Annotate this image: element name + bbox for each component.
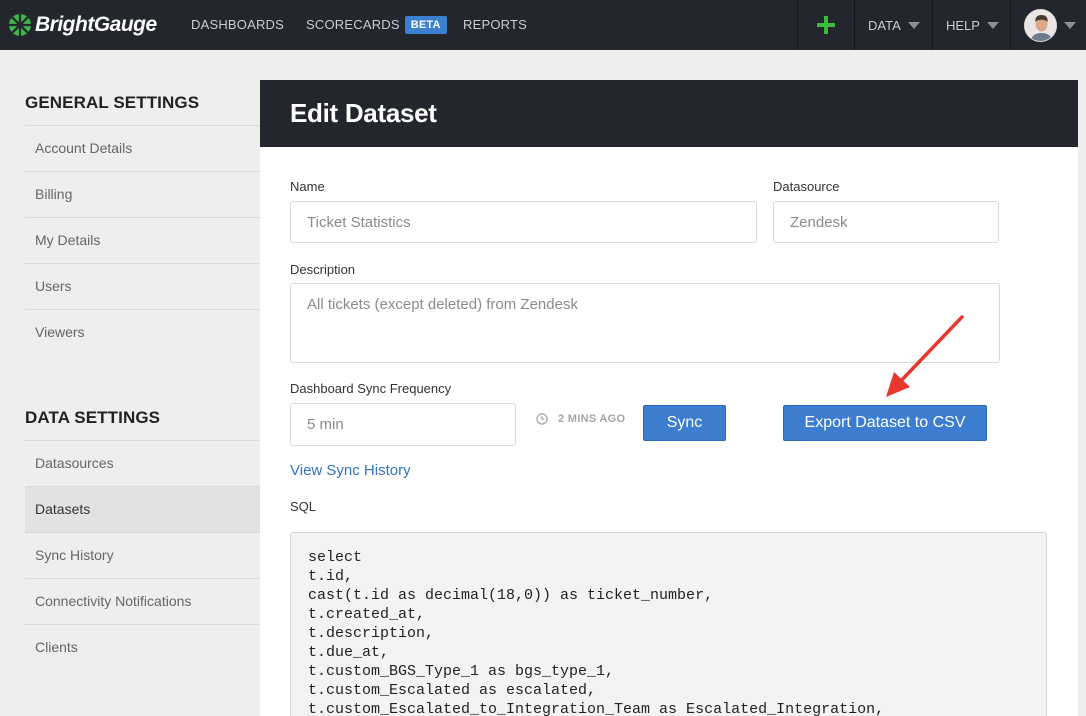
sql-editor[interactable]: select t.id, cast(t.id as decimal(18,0))… bbox=[290, 532, 1047, 716]
add-button[interactable] bbox=[797, 0, 854, 50]
export-csv-button[interactable]: Export Dataset to CSV bbox=[783, 405, 987, 441]
nav-scorecards[interactable]: SCORECARDS BETA bbox=[306, 0, 447, 50]
chevron-down-icon bbox=[907, 21, 920, 29]
general-settings-list: Account Details Billing My Details Users… bbox=[25, 125, 260, 355]
chevron-down-icon bbox=[1064, 21, 1076, 29]
data-menu-label: DATA bbox=[868, 17, 901, 33]
sidebar-item-billing[interactable]: Billing bbox=[25, 171, 260, 217]
data-settings-list: Datasources Datasets Sync History Connec… bbox=[25, 440, 260, 670]
data-menu[interactable]: DATA bbox=[854, 0, 932, 50]
description-label: Description bbox=[290, 262, 356, 277]
data-settings-heading: DATA SETTINGS bbox=[25, 408, 161, 427]
panel-header: Edit Dataset bbox=[260, 80, 1078, 147]
sidebar-item-clients[interactable]: Clients bbox=[25, 624, 260, 670]
name-input[interactable] bbox=[290, 201, 757, 243]
sql-line: select bbox=[308, 549, 363, 566]
sql-line: t.custom_BGS_Type_1 as bgs_type_1, bbox=[308, 663, 615, 680]
sql-line: t.description, bbox=[308, 625, 435, 642]
name-label: Name bbox=[290, 179, 325, 194]
user-avatar bbox=[1024, 8, 1057, 42]
sql-line: t.due_at, bbox=[308, 644, 390, 661]
sidebar-item-datasources[interactable]: Datasources bbox=[25, 440, 260, 486]
sql-line: t.id, bbox=[308, 568, 354, 585]
logo-gauge-icon bbox=[9, 14, 31, 36]
sql-line: t.created_at, bbox=[308, 606, 426, 623]
nav-dashboards[interactable]: DASHBOARDS bbox=[191, 0, 284, 50]
sql-line: t.custom_Escalated as escalated, bbox=[308, 682, 597, 699]
sql-line: t.custom_Escalated_to_Integration_Team a… bbox=[308, 701, 885, 716]
sidebar-item-account-details[interactable]: Account Details bbox=[25, 125, 260, 171]
sync-frequency-label: Dashboard Sync Frequency bbox=[290, 381, 452, 396]
plus-icon bbox=[817, 16, 835, 34]
avatar-portrait-icon bbox=[1025, 9, 1056, 41]
sidebar-item-viewers[interactable]: Viewers bbox=[25, 309, 260, 355]
general-settings-heading: GENERAL SETTINGS bbox=[25, 93, 200, 112]
view-sync-history-link[interactable]: View Sync History bbox=[290, 462, 411, 479]
datasource-label: Datasource bbox=[773, 179, 840, 194]
brand-logo[interactable]: BrightGauge bbox=[8, 11, 157, 39]
nav-scorecards-label: SCORECARDS bbox=[306, 17, 400, 32]
sidebar-item-my-details[interactable]: My Details bbox=[25, 217, 260, 263]
sql-line: cast(t.id as decimal(18,0)) as ticket_nu… bbox=[308, 587, 714, 604]
sync-button[interactable]: Sync bbox=[643, 405, 726, 441]
last-sync-status: 2 MINS AGO bbox=[536, 413, 625, 425]
sql-label: SQL bbox=[290, 499, 317, 514]
page-title: Edit Dataset bbox=[290, 98, 437, 128]
datasource-field[interactable] bbox=[773, 201, 999, 243]
sync-frequency-input[interactable] bbox=[290, 403, 516, 446]
annotation-arrow-icon bbox=[886, 315, 964, 397]
sidebar-item-sync-history[interactable]: Sync History bbox=[25, 532, 260, 578]
chevron-down-icon bbox=[986, 21, 999, 29]
brand-name: BrightGauge bbox=[35, 13, 157, 36]
last-sync-time: 2 MINS AGO bbox=[558, 413, 626, 425]
top-navbar: BrightGauge DASHBOARDS SCORECARDS BETA RE… bbox=[0, 0, 1086, 50]
user-menu[interactable] bbox=[1010, 0, 1086, 50]
sidebar-item-datasets[interactable]: Datasets bbox=[25, 486, 260, 532]
help-menu-label: HELP bbox=[946, 17, 980, 33]
help-menu[interactable]: HELP bbox=[932, 0, 1010, 50]
clock-icon bbox=[536, 413, 548, 425]
sidebar-item-users[interactable]: Users bbox=[25, 263, 260, 309]
sidebar-item-connectivity-notifications[interactable]: Connectivity Notifications bbox=[25, 578, 260, 624]
beta-badge: BETA bbox=[404, 15, 447, 34]
nav-reports[interactable]: REPORTS bbox=[463, 0, 527, 50]
